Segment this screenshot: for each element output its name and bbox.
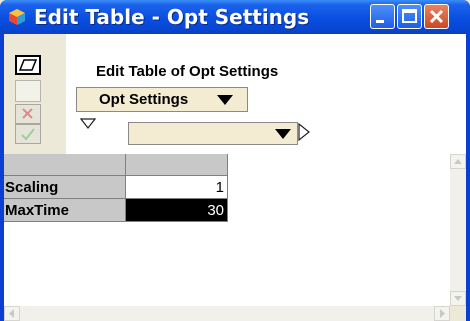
window-client-area: Edit Table of Opt Settings Opt Settings …	[4, 34, 466, 321]
table-selector-dropdown[interactable]: Opt Settings	[76, 87, 248, 112]
table-corner-header	[4, 154, 126, 176]
scroll-up-button[interactable]	[450, 154, 466, 169]
cancel-icon	[22, 108, 33, 119]
close-icon	[429, 9, 444, 24]
window-title: Edit Table - Opt Settings	[34, 5, 310, 29]
resize-grip[interactable]	[450, 306, 466, 321]
table-selector-label: Opt Settings	[99, 91, 189, 108]
table-heading: Edit Table of Opt Settings	[96, 63, 279, 80]
toolbar-area: Edit Table of Opt Settings Opt Settings	[4, 34, 466, 154]
horizontal-scrollbar[interactable]	[4, 306, 450, 321]
collapse-triangle-icon[interactable]	[80, 118, 96, 130]
column-header[interactable]	[126, 154, 228, 176]
arrow-left-icon	[9, 309, 14, 318]
blank-button[interactable]	[15, 80, 41, 102]
minimize-icon	[376, 20, 384, 23]
arrow-right-icon	[440, 309, 445, 318]
side-button-strip	[4, 34, 66, 154]
arrow-up-icon	[454, 159, 462, 164]
edit-table-window: Edit Table - Opt Settings Edit Table of …	[0, 0, 470, 321]
arrow-down-icon	[454, 296, 462, 301]
row-label-maxtime: MaxTime	[4, 199, 126, 222]
chevron-down-icon	[275, 129, 291, 139]
chevron-down-icon	[217, 95, 233, 105]
table-cell-maxtime[interactable]: 30	[126, 199, 228, 222]
minimize-button[interactable]	[370, 4, 395, 29]
cancel-button[interactable]	[15, 104, 41, 124]
row-label-scaling: Scaling	[4, 176, 126, 199]
maximize-button[interactable]	[397, 4, 422, 29]
app-icon	[9, 9, 25, 25]
edit-icon	[18, 59, 38, 71]
scroll-down-button[interactable]	[450, 291, 466, 306]
table-grid: Scaling 1 MaxTime 30	[4, 154, 450, 306]
scroll-right-button[interactable]	[434, 306, 450, 321]
table-cell-scaling[interactable]: 1	[126, 176, 228, 199]
title-bar[interactable]: Edit Table - Opt Settings	[0, 0, 470, 34]
accept-icon	[21, 128, 35, 141]
edit-mode-button[interactable]	[15, 55, 41, 75]
index-selector-dropdown[interactable]	[128, 122, 298, 145]
expand-triangle-icon[interactable]	[298, 123, 310, 141]
scroll-left-button[interactable]	[4, 306, 20, 321]
vertical-scrollbar[interactable]	[450, 154, 466, 306]
maximize-icon	[402, 9, 417, 23]
close-button[interactable]	[424, 4, 449, 29]
accept-button[interactable]	[15, 124, 41, 144]
